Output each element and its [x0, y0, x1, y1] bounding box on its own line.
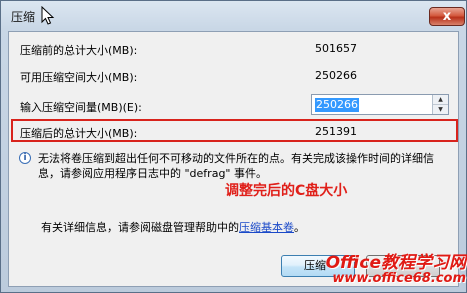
- annotation-text: 调整完后的C盘大小: [225, 183, 348, 199]
- watermark: Office教程学习网 www.office68.com: [316, 248, 466, 292]
- window-title: 压缩: [11, 10, 36, 24]
- size-before-value: 501657: [315, 42, 357, 55]
- spin-up-arrow-icon[interactable]: ▲: [433, 95, 448, 105]
- shrink-amount-spinbox[interactable]: 250266 ▲ ▼: [311, 94, 449, 115]
- watermark-title: Office教程学习网: [325, 253, 466, 273]
- info-text: 无法将卷压缩到超出任何不可移动的文件所在的点。有关完成该操作时间的详细信息，请参…: [38, 152, 434, 180]
- available-space-label: 可用压缩空间大小(MB):: [20, 71, 138, 84]
- close-button[interactable]: x: [429, 7, 465, 26]
- info-icon: i: [19, 152, 31, 164]
- spin-down-arrow-icon[interactable]: ▼: [433, 105, 448, 114]
- shrink-basic-volume-link[interactable]: 压缩基本卷: [239, 221, 294, 234]
- watermark-url: www.office68.com: [332, 271, 466, 286]
- size-before-label: 压缩前的总计大小(MB):: [20, 44, 138, 57]
- spinner-buttons: ▲ ▼: [432, 95, 448, 114]
- shrink-amount-input[interactable]: 250266: [315, 98, 359, 112]
- shrink-dialog: 压缩 x 压缩前的总计大小(MB): 501657 可用压缩空间大小(MB): …: [0, 0, 467, 293]
- shrink-amount-label: 输入压缩空间量(MB)(E):: [20, 101, 142, 114]
- more-info-prefix: 有关详细信息，请参阅磁盘管理帮助中的: [41, 221, 239, 234]
- size-after-value: 251391: [315, 125, 357, 138]
- more-info-suffix: 。: [294, 221, 305, 234]
- available-space-value: 250266: [315, 69, 357, 82]
- more-info-text: 有关详细信息，请参阅磁盘管理帮助中的压缩基本卷。: [41, 219, 305, 235]
- mouse-cursor-icon: [41, 6, 55, 25]
- title-bar: 压缩 x: [1, 1, 466, 31]
- size-after-label: 压缩后的总计大小(MB):: [20, 127, 138, 140]
